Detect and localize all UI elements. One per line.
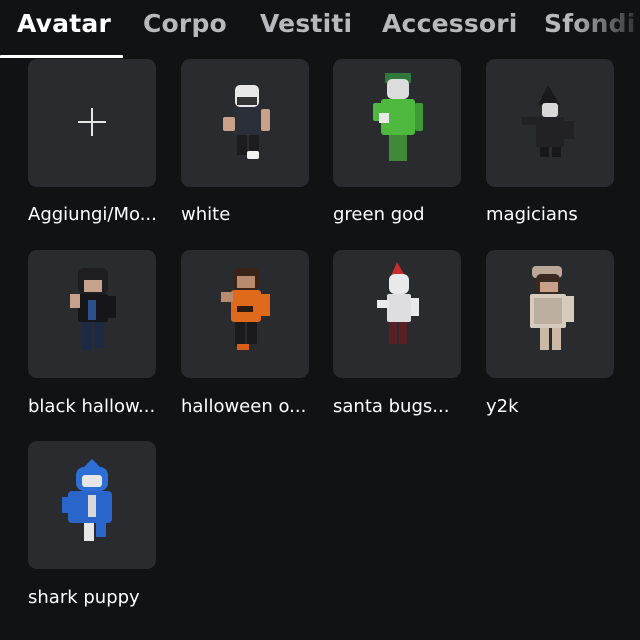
avatar-thumbnail — [522, 85, 574, 157]
outfit-label: black hallow... — [28, 396, 156, 417]
outfit-tile-shark-puppy[interactable] — [28, 441, 156, 569]
outfit-tile-green-god[interactable] — [333, 59, 461, 187]
tab-vestiti[interactable]: Vestiti — [260, 9, 352, 38]
tab-accessori[interactable]: Accessori — [382, 9, 518, 38]
outfit-tile-santa-bugs[interactable] — [333, 250, 461, 378]
active-tab-indicator — [0, 55, 123, 58]
category-tab-bar: Avatar Corpo Vestiti Accessori Sfondi — [0, 0, 640, 58]
tab-corpo[interactable]: Corpo — [143, 9, 227, 38]
avatar-thumbnail — [373, 73, 423, 161]
tab-avatar[interactable]: Avatar — [17, 9, 111, 38]
avatar-thumbnail — [221, 268, 270, 350]
outfit-label: y2k — [486, 396, 519, 417]
outfit-tile-black-halloween[interactable] — [28, 250, 156, 378]
avatar-thumbnail — [223, 85, 270, 159]
avatar-thumbnail — [377, 262, 419, 344]
outfit-label: magicians — [486, 204, 578, 225]
outfit-label: halloween o... — [181, 396, 307, 417]
outfit-label: shark puppy — [28, 587, 140, 608]
outfit-label: white — [181, 204, 231, 225]
outfit-label: santa bugs... — [333, 396, 450, 417]
outfit-label: green god — [333, 204, 425, 225]
avatar-thumbnail — [530, 266, 574, 350]
outfit-label: Aggiungi/Mo... — [28, 204, 157, 225]
outfit-tile-white[interactable] — [181, 59, 309, 187]
avatar-thumbnail — [70, 268, 116, 350]
add-modify-outfit-button[interactable] — [28, 59, 156, 187]
outfit-tile-halloween-outfit[interactable] — [181, 250, 309, 378]
outfit-tile-y2k[interactable] — [486, 250, 614, 378]
plus-icon — [78, 108, 106, 136]
avatar-thumbnail — [62, 459, 112, 541]
tab-scroll-fade — [570, 0, 640, 58]
outfit-tile-magicians[interactable] — [486, 59, 614, 187]
